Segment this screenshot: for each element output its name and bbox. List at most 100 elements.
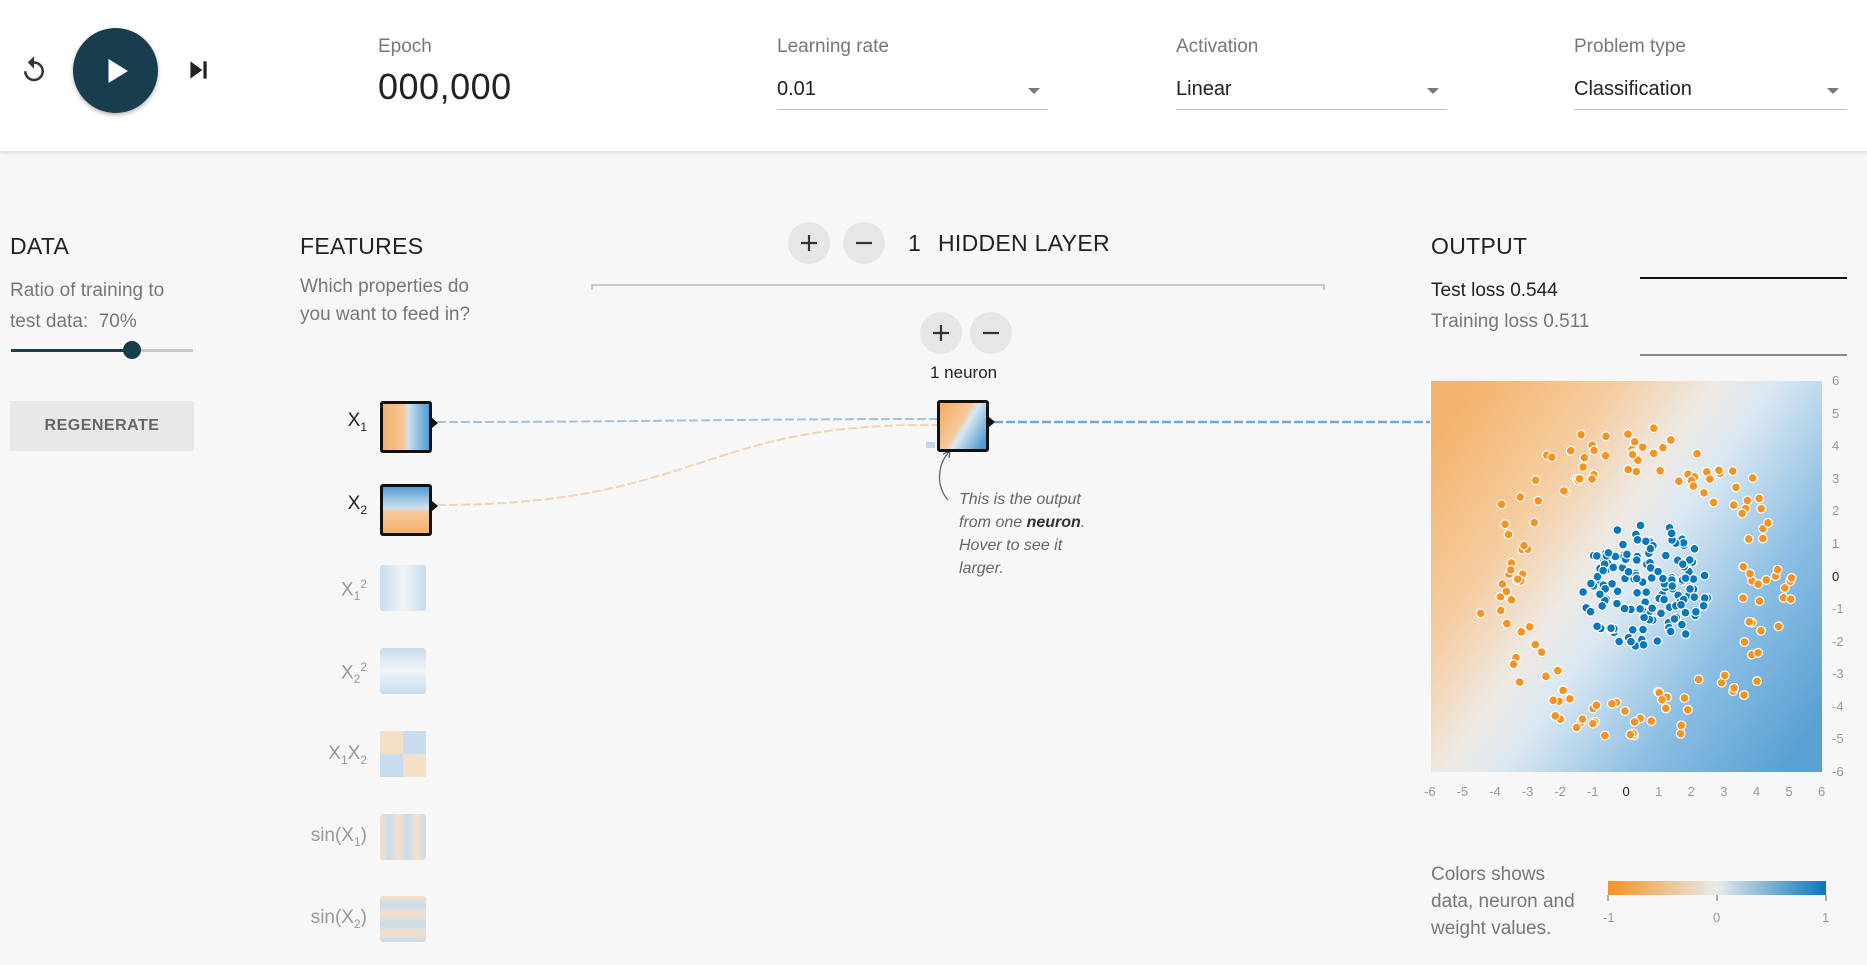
- data-point: [1546, 452, 1557, 463]
- data-point: [1496, 499, 1507, 510]
- feature-sin-x2-label: sin(X2): [310, 907, 367, 931]
- problem-type-select[interactable]: Classification: [1574, 70, 1847, 110]
- data-point: [1621, 549, 1632, 560]
- data-point: [1655, 465, 1666, 476]
- data-point: [1699, 570, 1710, 581]
- problem-type-value: Classification: [1574, 78, 1692, 100]
- feature-x1-squared-heatmap: [380, 565, 426, 611]
- data-point: [1503, 529, 1514, 540]
- data-point: [1619, 706, 1630, 717]
- x-tick: -1: [1586, 784, 1599, 799]
- hidden-layer-bracket: [591, 284, 1325, 290]
- feature-x2[interactable]: [380, 484, 432, 536]
- y-tick: -4: [1832, 698, 1844, 714]
- data-point: [1761, 574, 1772, 585]
- data-point: [1648, 448, 1659, 459]
- scale-tick-max: 1: [1822, 910, 1830, 925]
- data-point: [1738, 561, 1749, 572]
- regenerate-button[interactable]: REGENERATE: [10, 401, 194, 451]
- data-point: [1772, 564, 1783, 575]
- data-point: [1524, 621, 1535, 632]
- feature-x2-squared[interactable]: [380, 648, 426, 694]
- data-point: [1512, 574, 1523, 585]
- y-tick: -2: [1832, 633, 1844, 649]
- callout-line1: This is the output: [959, 491, 1081, 508]
- callout-emphasis: neuron: [1026, 514, 1081, 531]
- data-point: [1704, 474, 1715, 485]
- legend-line3: weight values.: [1431, 918, 1552, 939]
- data-point: [1688, 481, 1699, 492]
- data-point: [1631, 466, 1642, 477]
- step-button[interactable]: [180, 52, 216, 88]
- slider-thumb[interactable]: [123, 341, 142, 359]
- data-point: [1533, 495, 1544, 506]
- data-point: [1637, 442, 1648, 453]
- data-point: [1626, 636, 1637, 647]
- remove-layer-button[interactable]: [843, 222, 885, 264]
- data-point: [1756, 503, 1767, 514]
- play-button[interactable]: [73, 28, 158, 113]
- feature-x2-squared-label: X22: [340, 660, 367, 687]
- output-heatmap[interactable]: [1431, 381, 1822, 772]
- features-subtitle-line2: you want to feed in?: [300, 304, 471, 325]
- data-point: [1600, 431, 1611, 442]
- data-point: [1652, 636, 1663, 647]
- hidden-neuron[interactable]: [937, 400, 989, 452]
- weight-indicator: [926, 442, 935, 448]
- data-point: [1591, 700, 1602, 711]
- feature-x1-squared[interactable]: [380, 565, 426, 611]
- feature-x1x2[interactable]: [380, 731, 426, 777]
- legend-line1: Colors shows: [1431, 864, 1546, 885]
- feature-x2-port: [432, 501, 438, 511]
- data-point: [1515, 492, 1526, 503]
- activation-select[interactable]: Linear: [1176, 70, 1447, 110]
- ratio-label-line1: Ratio of training to: [10, 280, 165, 301]
- data-point: [1606, 698, 1617, 709]
- scale-tick-min: -1: [1603, 910, 1615, 925]
- add-neuron-button[interactable]: [920, 312, 962, 354]
- feature-sin-x2-heatmap: [380, 896, 426, 942]
- learning-rate-label: Learning rate: [777, 36, 889, 57]
- data-point: [1536, 647, 1547, 658]
- data-point: [1600, 450, 1611, 461]
- feature-sin-x1[interactable]: [380, 814, 426, 860]
- slider-fill: [11, 349, 133, 352]
- data-point: [1641, 587, 1652, 598]
- feature-sin-x2[interactable]: [380, 896, 426, 942]
- data-point: [1578, 462, 1589, 473]
- reset-icon: [24, 56, 44, 82]
- training-loss: Training loss 0.511: [1431, 311, 1589, 333]
- loss-sparkline: [1640, 277, 1847, 356]
- data-point: [1742, 495, 1753, 506]
- link-x2-neuron: [436, 423, 939, 506]
- data-point: [1692, 448, 1703, 459]
- output-heading: OUTPUT: [1431, 233, 1528, 259]
- epoch-label: Epoch: [378, 36, 432, 57]
- y-tick: -6: [1832, 764, 1844, 779]
- data-point: [1699, 487, 1710, 498]
- x-tick: 0: [1622, 784, 1630, 799]
- epoch-counter: 000,000: [378, 66, 512, 107]
- reset-button[interactable]: [14, 50, 54, 90]
- add-layer-button[interactable]: [788, 222, 830, 264]
- data-point: [1744, 568, 1755, 579]
- data-point: [1530, 475, 1541, 486]
- ratio-slider[interactable]: [11, 341, 193, 359]
- data-point: [1693, 674, 1704, 685]
- data-point: [1594, 589, 1605, 600]
- data-point: [1591, 550, 1602, 561]
- feature-x1[interactable]: [380, 401, 432, 453]
- play-icon: [108, 58, 128, 83]
- data-point: [1657, 442, 1668, 453]
- data-point: [1719, 670, 1730, 681]
- feature-x1-port: [432, 418, 438, 428]
- data-point: [1773, 621, 1784, 632]
- y-tick: 3: [1832, 470, 1840, 486]
- problem-type-label: Problem type: [1574, 36, 1686, 57]
- data-point: [1754, 493, 1765, 504]
- data-point: [1739, 636, 1750, 647]
- learning-rate-select[interactable]: 0.01: [777, 70, 1048, 110]
- data-point: [1673, 476, 1684, 487]
- remove-neuron-button[interactable]: [970, 312, 1012, 354]
- ratio-label-line2: test data: 70%: [10, 306, 164, 337]
